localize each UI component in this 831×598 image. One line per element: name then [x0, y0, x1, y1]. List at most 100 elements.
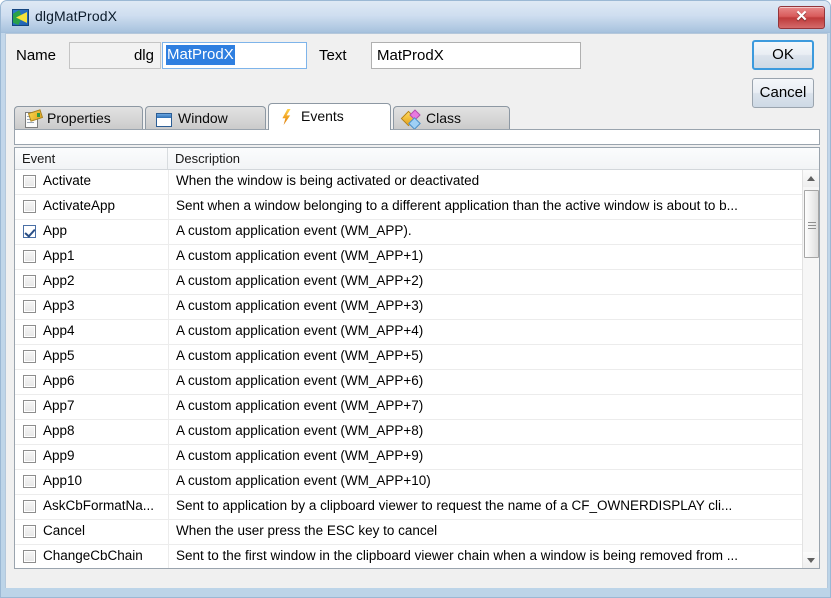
- column-separator: [168, 195, 169, 219]
- event-name: ActivateApp: [43, 198, 165, 213]
- row-checkbox[interactable]: [23, 275, 36, 288]
- event-description: A custom application event (WM_APP).: [176, 223, 798, 238]
- event-name: App7: [43, 398, 165, 413]
- filter-input[interactable]: [14, 129, 820, 145]
- table-row[interactable]: App9 A custom application event (WM_APP+9…: [15, 445, 802, 470]
- column-header-description[interactable]: Description: [168, 148, 802, 169]
- row-checkbox[interactable]: [23, 200, 36, 213]
- tab-events[interactable]: Events: [268, 103, 391, 130]
- scrollbar-thumb[interactable]: [804, 190, 819, 258]
- tab-events-label: Events: [301, 108, 344, 124]
- column-separator: [168, 370, 169, 394]
- event-description: Sent to application by a clipboard viewe…: [176, 498, 798, 513]
- table-row[interactable]: App8 A custom application event (WM_APP+8…: [15, 420, 802, 445]
- row-checkbox[interactable]: [23, 475, 36, 488]
- row-checkbox[interactable]: [23, 350, 36, 363]
- text-label: Text: [319, 47, 347, 64]
- event-name: Cancel: [43, 523, 165, 538]
- row-checkbox[interactable]: [23, 300, 36, 313]
- column-separator: [168, 245, 169, 269]
- row-checkbox[interactable]: [23, 225, 36, 238]
- event-name: App: [43, 223, 165, 238]
- event-description: A custom application event (WM_APP+6): [176, 373, 798, 388]
- close-icon: ✕: [779, 7, 824, 28]
- title-bar: dlgMatProdX ✕: [1, 1, 831, 33]
- row-checkbox[interactable]: [23, 500, 36, 513]
- table-row[interactable]: AskCbFormatNa... Sent to application by a…: [15, 495, 802, 520]
- scroll-down-arrow-icon[interactable]: [803, 552, 820, 569]
- event-description: A custom application event (WM_APP+3): [176, 298, 798, 313]
- tab-window[interactable]: Window: [145, 106, 266, 130]
- column-separator: [168, 295, 169, 319]
- table-row[interactable]: App3 A custom application event (WM_APP+3…: [15, 295, 802, 320]
- table-row[interactable]: App4 A custom application event (WM_APP+4…: [15, 320, 802, 345]
- column-separator: [168, 220, 169, 244]
- row-checkbox[interactable]: [23, 175, 36, 188]
- list-rows: ActivateWhen the window is being activat…: [15, 170, 802, 569]
- scroll-up-arrow-icon[interactable]: [803, 170, 820, 187]
- tab-class-label: Class: [426, 110, 461, 126]
- name-label: Name: [16, 47, 56, 64]
- event-name: AskCbFormatNa...: [43, 498, 165, 513]
- column-header-event[interactable]: Event: [15, 148, 168, 169]
- event-name: App8: [43, 423, 165, 438]
- table-row[interactable]: ActivateApp Sent when a window belonging …: [15, 195, 802, 220]
- event-description: A custom application event (WM_APP+8): [176, 423, 798, 438]
- event-description: A custom application event (WM_APP+2): [176, 273, 798, 288]
- row-checkbox[interactable]: [23, 550, 36, 563]
- column-separator: [168, 470, 169, 494]
- column-separator: [168, 345, 169, 369]
- event-name: ChangeCbChain: [43, 548, 165, 563]
- event-name: App3: [43, 298, 165, 313]
- event-name: App9: [43, 448, 165, 463]
- table-row[interactable]: App10A custom application event (WM_APP+…: [15, 470, 802, 495]
- tab-properties[interactable]: Properties: [14, 106, 143, 130]
- events-list: Event Description ActivateWhen the windo…: [14, 147, 820, 569]
- event-description: When the user press the ESC key to cance…: [176, 523, 798, 538]
- row-checkbox[interactable]: [23, 250, 36, 263]
- window-title: dlgMatProdX: [35, 8, 117, 24]
- table-row[interactable]: App1 A custom application event (WM_APP+1…: [15, 245, 802, 270]
- close-button[interactable]: ✕: [778, 6, 825, 29]
- text-input[interactable]: MatProdX: [371, 42, 581, 69]
- table-row[interactable]: App A custom application event (WM_APP).: [15, 220, 802, 245]
- name-prefix-field[interactable]: dlg: [69, 42, 161, 69]
- column-separator: [168, 445, 169, 469]
- column-separator: [168, 520, 169, 544]
- event-name: App4: [43, 323, 165, 338]
- row-checkbox[interactable]: [23, 525, 36, 538]
- event-description: A custom application event (WM_APP+4): [176, 323, 798, 338]
- column-separator: [168, 395, 169, 419]
- row-checkbox[interactable]: [23, 400, 36, 413]
- event-name: App10: [43, 473, 165, 488]
- event-description: Sent to the first window in the clipboar…: [176, 548, 798, 563]
- event-description: A custom application event (WM_APP+1): [176, 248, 798, 263]
- row-checkbox[interactable]: [23, 425, 36, 438]
- name-input[interactable]: MatProdX: [162, 42, 307, 69]
- table-row[interactable]: App6A custom application event (WM_APP+6…: [15, 370, 802, 395]
- table-row[interactable]: ActivateWhen the window is being activat…: [15, 170, 802, 195]
- event-description: When the window is being activated or de…: [176, 173, 798, 188]
- column-separator: [168, 420, 169, 444]
- row-checkbox[interactable]: [23, 325, 36, 338]
- properties-icon: [24, 111, 40, 127]
- list-header: Event Description: [15, 148, 819, 170]
- tab-strip: Properties Window Events Class: [14, 103, 820, 130]
- tab-properties-label: Properties: [47, 110, 111, 126]
- event-description: A custom application event (WM_APP+9): [176, 448, 798, 463]
- table-row[interactable]: App2A custom application event (WM_APP+2…: [15, 270, 802, 295]
- row-checkbox[interactable]: [23, 375, 36, 388]
- event-description: Sent when a window belonging to a differ…: [176, 198, 798, 213]
- dialog-window: dlgMatProdX ✕ Name dlg MatProdX Text Mat…: [0, 0, 831, 598]
- event-name: App1: [43, 248, 165, 263]
- table-row[interactable]: ChangeCbChain Sent to the first window in…: [15, 545, 802, 569]
- ok-button[interactable]: OK: [752, 40, 814, 70]
- name-input-selected-text: MatProdX: [166, 45, 235, 65]
- table-row[interactable]: App7A custom application event (WM_APP+7…: [15, 395, 802, 420]
- row-checkbox[interactable]: [23, 450, 36, 463]
- table-row[interactable]: Cancel When the user press the ESC key to…: [15, 520, 802, 545]
- tab-class[interactable]: Class: [393, 106, 510, 130]
- window-icon: [155, 111, 171, 127]
- vertical-scrollbar[interactable]: [802, 170, 819, 569]
- table-row[interactable]: App5A custom application event (WM_APP+5…: [15, 345, 802, 370]
